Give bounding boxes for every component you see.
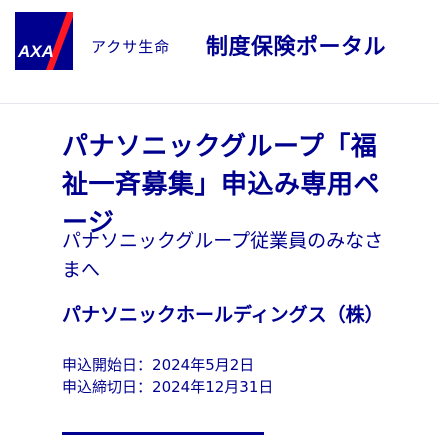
end-date-value: 2024年12月31日 [152,378,274,396]
date-separator: ： [137,378,153,396]
company-name: パナソニックホールディングス（株） [62,304,384,326]
brand-name: アクサ生命 [91,38,171,56]
portal-title: 制度保険ポータル [206,35,387,60]
page-subtitle: パナソニックグループ従業員のみなさまへ [62,230,384,281]
end-date-row: 申込締切日：2024年12月31日 [62,376,392,398]
logo-text: AXA [17,42,54,61]
page-title: パナソニックグループ「福祉一斉募集」申込み専用ページ [62,132,381,238]
site-header: AXA アクサ生命 制度保険ポータル [0,0,439,90]
start-date-row: 申込開始日：2024年5月2日 [62,354,392,376]
end-date-label: 申込締切日 [62,378,138,396]
start-date-label: 申込開始日 [62,356,138,374]
axa-logo[interactable]: AXA [15,12,73,70]
action-button-edge[interactable] [62,432,264,435]
application-dates: 申込開始日：2024年5月2日 申込締切日：2024年12月31日 [62,354,392,398]
date-separator: ： [137,356,153,374]
start-date-value: 2024年5月2日 [152,356,255,374]
header-divider [0,103,439,104]
